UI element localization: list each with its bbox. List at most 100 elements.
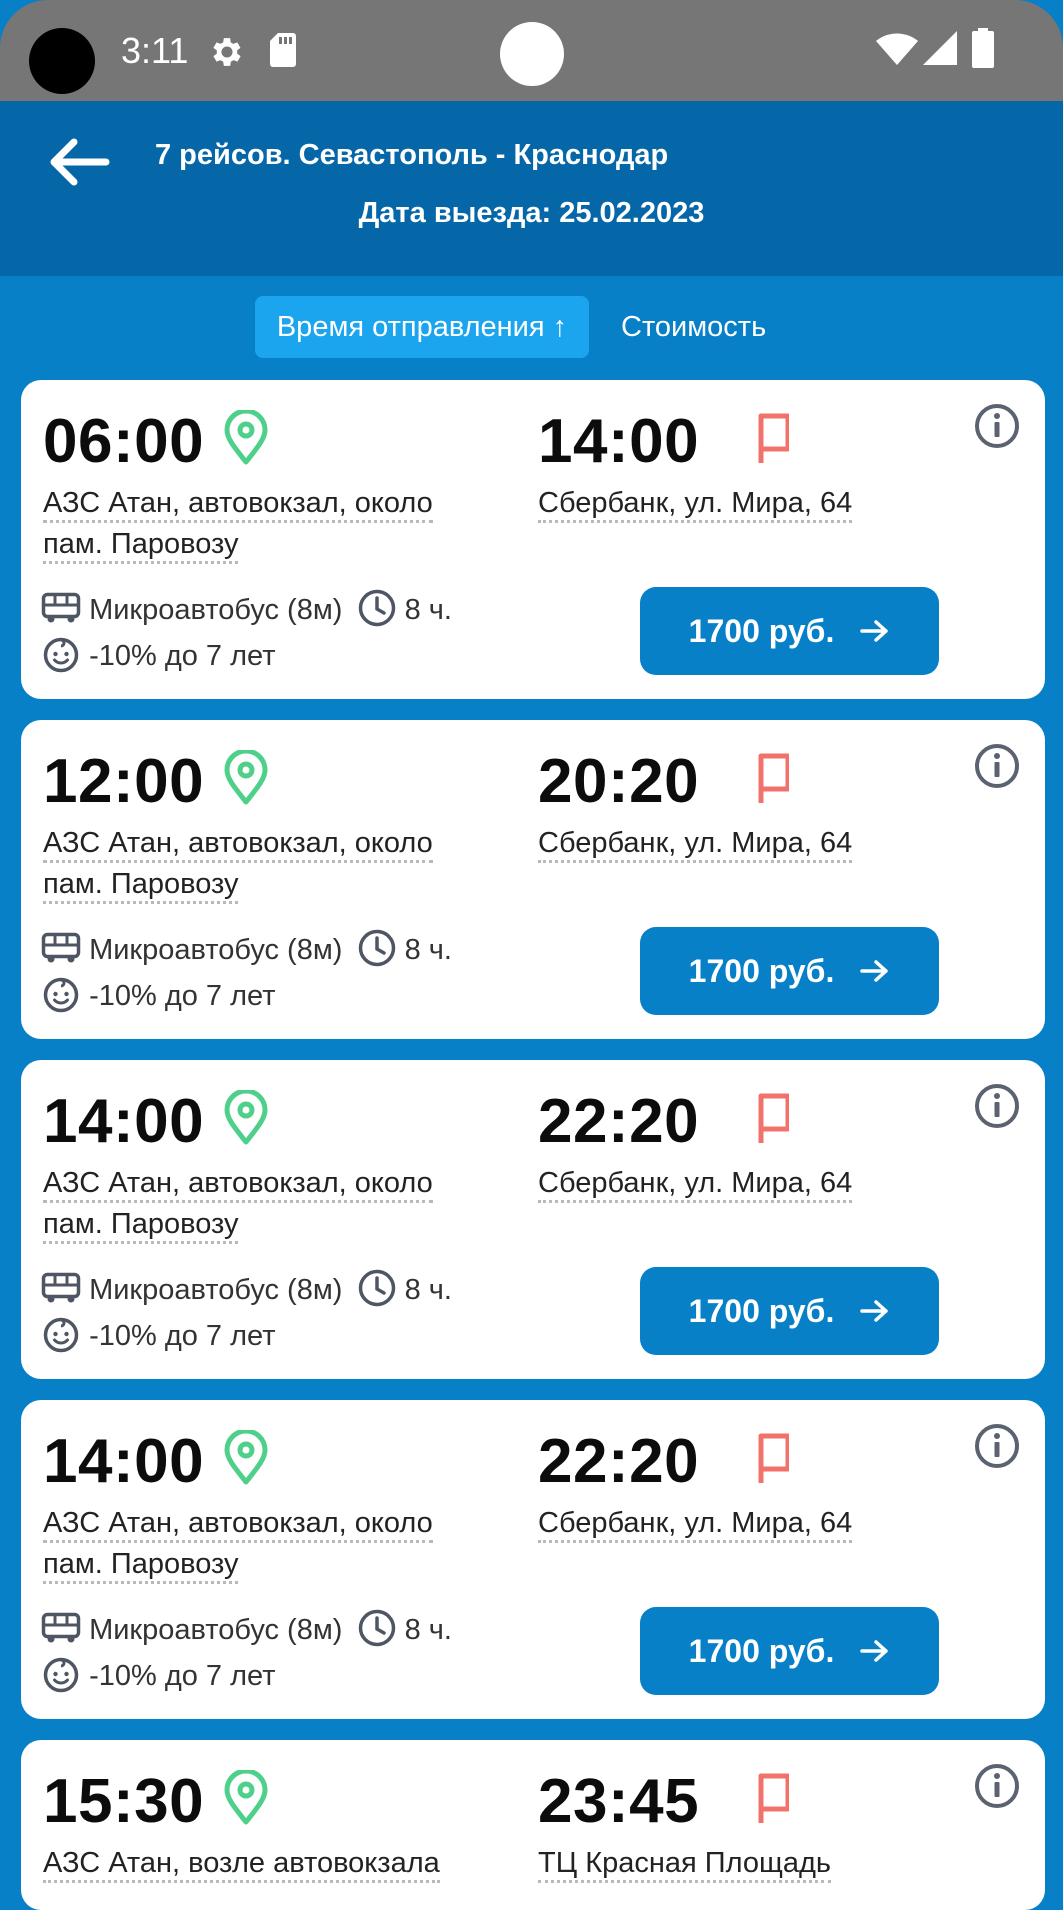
clock-icon <box>358 590 395 627</box>
departure-place-line1: АЗС Атан, автовокзал, около <box>43 1507 433 1543</box>
trip-duration: 8 ч. <box>404 934 452 966</box>
child-discount: -10% до 7 лет <box>89 980 276 1012</box>
page-title: 7 рейсов. Севастополь - Краснодар <box>155 139 669 171</box>
price-button[interactable]: 1700 руб. <box>640 927 939 1015</box>
trip-card: 15:30 23:45 АЗС Атан, возле автовокзала … <box>21 1740 1045 1910</box>
arrow-right-icon <box>860 1299 889 1322</box>
vehicle-row: Микроавтобус (8м) 8 ч. <box>41 588 452 632</box>
vehicle-row: Микроавтобус (8м) 8 ч. <box>41 928 452 972</box>
departure-time: 14:00 <box>43 1427 205 1496</box>
sd-card-icon <box>270 33 296 67</box>
departure-place-line1: АЗС Атан, возле автовокзала <box>43 1847 440 1883</box>
vehicle-type: Микроавтобус (8м) <box>89 934 343 966</box>
discount-row: -10% до 7 лет <box>41 634 275 678</box>
arrival-time: 22:20 <box>538 1427 700 1496</box>
vehicle-type: Микроавтобус (8м) <box>89 594 343 626</box>
departure-time: 06:00 <box>43 407 205 476</box>
departure-time: 15:30 <box>43 1767 205 1836</box>
map-pin-icon <box>224 1770 268 1825</box>
flag-icon <box>758 753 789 803</box>
arrival-time: 22:20 <box>538 1087 700 1156</box>
trip-duration: 8 ч. <box>404 1614 452 1646</box>
arrival-time: 20:20 <box>538 747 700 816</box>
bus-icon <box>41 1613 81 1643</box>
child-discount: -10% до 7 лет <box>89 1660 276 1692</box>
flag-icon <box>758 1773 789 1823</box>
sort-tabs: Время отправления ↑ Стоимость <box>0 296 1063 358</box>
trip-card: 14:00 22:20 АЗС Атан, автовокзал, около п… <box>21 1060 1045 1379</box>
price-button[interactable]: 1700 руб. <box>640 1607 939 1695</box>
arrow-right-icon <box>860 959 889 982</box>
arrival-place[interactable]: Сбербанк, ул. Мира, 64 <box>538 1503 968 1544</box>
vehicle-type: Микроавтобус (8м) <box>89 1614 343 1646</box>
departure-place[interactable]: АЗС Атан, автовокзал, около пам. Паровозу <box>43 1503 503 1585</box>
departure-place[interactable]: АЗС Атан, автовокзал, около пам. Паровозу <box>43 483 503 565</box>
map-pin-icon <box>224 410 268 465</box>
departure-place[interactable]: АЗС Атан, автовокзал, около пам. Паровозу <box>43 1163 503 1245</box>
price-label: 1700 руб. <box>688 953 835 989</box>
map-pin-icon <box>224 1090 268 1145</box>
price-label: 1700 руб. <box>688 1293 835 1329</box>
discount-row: -10% до 7 лет <box>41 1654 275 1698</box>
camera-indicator <box>500 22 564 86</box>
flag-icon <box>758 413 789 463</box>
child-face-icon <box>43 978 79 1013</box>
info-icon[interactable] <box>974 1083 1020 1129</box>
signal-icon <box>923 31 957 65</box>
app-header: 7 рейсов. Севастополь - Краснодар Дата в… <box>0 101 1063 276</box>
departure-time: 14:00 <box>43 1087 205 1156</box>
map-pin-icon <box>224 1430 268 1485</box>
trip-card: 06:00 14:00 АЗС Атан, автовокзал, около п… <box>21 380 1045 699</box>
price-button[interactable]: 1700 руб. <box>640 1267 939 1355</box>
gear-icon <box>213 38 241 66</box>
info-icon[interactable] <box>974 1423 1020 1469</box>
info-icon[interactable] <box>974 743 1020 789</box>
price-label: 1700 руб. <box>688 1633 835 1669</box>
discount-row: -10% до 7 лет <box>41 974 275 1018</box>
departure-place-line2: пам. Паровозу <box>43 1548 239 1584</box>
discount-row: -10% до 7 лет <box>41 1314 275 1358</box>
status-bar: 3:11 <box>0 0 1063 101</box>
departure-place-line2: пам. Паровозу <box>43 1208 239 1244</box>
info-icon[interactable] <box>974 403 1020 449</box>
child-discount: -10% до 7 лет <box>89 640 276 672</box>
vehicle-row: Микроавтобус (8м) 8 ч. <box>41 1268 452 1312</box>
arrival-place-label: Сбербанк, ул. Мира, 64 <box>538 487 853 523</box>
trip-card: 12:00 20:20 АЗС Атан, автовокзал, около п… <box>21 720 1045 1039</box>
info-icon[interactable] <box>974 1763 1020 1809</box>
trip-duration: 8 ч. <box>404 594 452 626</box>
back-arrow-icon[interactable] <box>44 136 110 188</box>
departure-place-line1: АЗС Атан, автовокзал, около <box>43 487 433 523</box>
flag-icon <box>758 1433 789 1483</box>
departure-place-line2: пам. Паровозу <box>43 528 239 564</box>
arrival-place[interactable]: ТЦ Красная Площадь <box>538 1843 968 1884</box>
arrow-right-icon <box>860 619 889 642</box>
status-time: 3:11 <box>121 30 189 71</box>
battery-icon <box>972 28 994 68</box>
wifi-icon <box>876 33 918 65</box>
vehicle-row: Микроавтобус (8м) 8 ч. <box>41 1608 452 1652</box>
trip-duration: 8 ч. <box>404 1274 452 1306</box>
child-face-icon <box>43 1318 79 1353</box>
arrival-place[interactable]: Сбербанк, ул. Мира, 64 <box>538 483 968 524</box>
arrival-place-label: Сбербанк, ул. Мира, 64 <box>538 1507 853 1543</box>
departure-place-line1: АЗС Атан, автовокзал, около <box>43 1167 433 1203</box>
child-discount: -10% до 7 лет <box>89 1320 276 1352</box>
arrival-place[interactable]: Сбербанк, ул. Мира, 64 <box>538 1163 968 1204</box>
bus-icon <box>41 1273 81 1303</box>
trip-card: 14:00 22:20 АЗС Атан, автовокзал, около п… <box>21 1400 1045 1719</box>
departure-place-line1: АЗС Атан, автовокзал, около <box>43 827 433 863</box>
tab-sort-departure-time[interactable]: Время отправления ↑ <box>255 296 589 358</box>
clock-icon <box>358 1610 395 1647</box>
arrival-place-label: Сбербанк, ул. Мира, 64 <box>538 1167 853 1203</box>
departure-place-line2: пам. Паровозу <box>43 868 239 904</box>
departure-place[interactable]: АЗС Атан, автовокзал, около пам. Паровозу <box>43 823 503 905</box>
arrival-time: 23:45 <box>538 1767 700 1836</box>
departure-place[interactable]: АЗС Атан, возле автовокзала <box>43 1843 503 1884</box>
price-button[interactable]: 1700 руб. <box>640 587 939 675</box>
camera-cutout <box>29 28 95 94</box>
arrival-place[interactable]: Сбербанк, ул. Мира, 64 <box>538 823 968 864</box>
departure-date: Дата выезда: 25.02.2023 <box>358 197 705 229</box>
tab-sort-price[interactable]: Стоимость <box>621 296 766 358</box>
arrow-right-icon <box>860 1639 889 1662</box>
